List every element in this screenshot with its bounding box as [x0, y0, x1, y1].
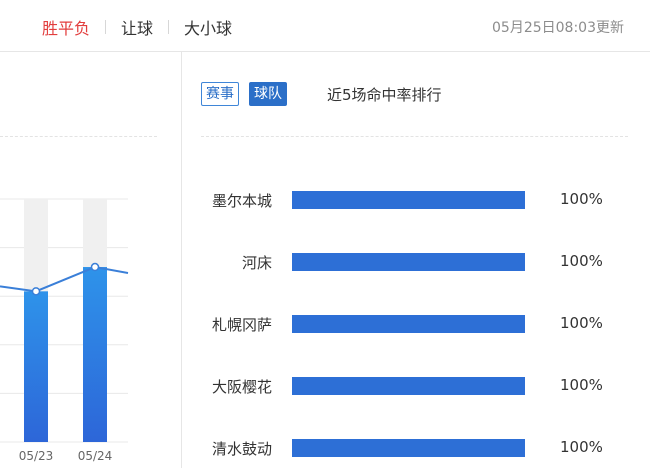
top-bar: 胜平负 让球 大小球 05月25日08:03更新: [0, 0, 650, 52]
tab-over-under[interactable]: 大小球: [184, 15, 232, 39]
ranking-title: 近5场命中率排行: [327, 85, 442, 104]
rate-percent: 100%: [560, 376, 603, 394]
ranking-row[interactable]: 河床 100%: [182, 250, 650, 274]
update-time: 05月25日08:03更新: [492, 20, 624, 36]
hit-rate-chart-panel: 05/23 05/24: [0, 52, 182, 468]
rate-bar: [292, 439, 525, 457]
hit-rate-chart: 05/23 05/24: [0, 198, 129, 463]
tab-divider: [168, 20, 170, 34]
rate-percent: 100%: [560, 252, 603, 270]
tab-divider: [105, 20, 107, 34]
chart-trend-line: [0, 266, 129, 293]
team-name: 墨尔本城: [211, 192, 272, 210]
team-name: 大阪樱花: [211, 378, 272, 396]
play-type-tabs: 胜平负 让球 大小球: [42, 15, 232, 39]
chart-bar: [24, 291, 48, 442]
sub-tab-competition[interactable]: 赛事: [201, 82, 239, 106]
chart-point: [90, 262, 100, 272]
team-name: 清水鼓动: [211, 440, 272, 458]
ranking-row[interactable]: 札幌冈萨 100%: [182, 312, 650, 336]
tab-handicap[interactable]: 让球: [121, 15, 153, 39]
chart-point: [31, 287, 41, 296]
ranking-row[interactable]: 清水鼓动 100%: [182, 436, 650, 460]
rate-bar-track: [292, 253, 525, 271]
rate-bar-track: [292, 315, 525, 333]
ranking-row[interactable]: 大阪樱花 100%: [182, 374, 650, 398]
ranking-row[interactable]: 墨尔本城 100%: [182, 188, 650, 212]
rate-percent: 100%: [560, 314, 603, 332]
rate-bar: [292, 253, 525, 271]
rate-bar: [292, 315, 525, 333]
ranking-divider: [201, 136, 628, 137]
rate-percent: 100%: [560, 438, 603, 456]
chart-bar: [83, 267, 107, 442]
chart-x-tick-label: 05/23: [19, 449, 54, 463]
tab-win-draw-loss[interactable]: 胜平负: [42, 15, 90, 39]
team-name: 札幌冈萨: [211, 316, 272, 334]
team-name: 河床: [241, 254, 272, 272]
rate-bar-track: [292, 191, 525, 209]
ranking-sub-tabs: 赛事 球队 近5场命中率排行: [201, 82, 442, 106]
rate-bar: [292, 191, 525, 209]
ranking-panel: 赛事 球队 近5场命中率排行 墨尔本城 100% 河床 100% 札幌冈萨 10…: [182, 52, 650, 468]
chart-x-tick-label: 05/24: [78, 449, 113, 463]
rate-bar: [292, 377, 525, 395]
rate-percent: 100%: [560, 190, 603, 208]
sub-tab-team[interactable]: 球队: [249, 82, 287, 106]
rate-bar-track: [292, 439, 525, 457]
rate-bar-track: [292, 377, 525, 395]
